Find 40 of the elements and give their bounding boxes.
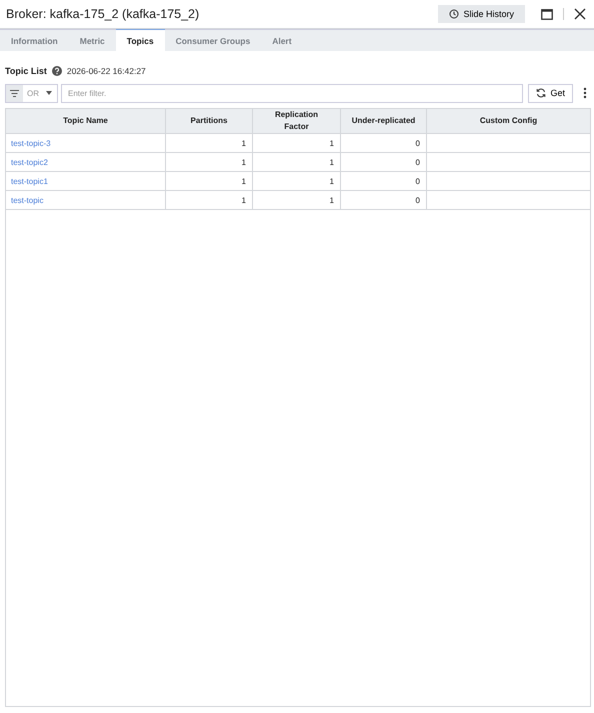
tab[interactable]: Alert (261, 30, 303, 51)
column-header: Partitions (166, 109, 253, 134)
table-cell: 1 (253, 172, 341, 191)
close-icon[interactable] (574, 8, 586, 20)
table-cell: 1 (166, 172, 253, 191)
maximize-icon[interactable] (541, 8, 553, 20)
refresh-icon (536, 88, 546, 98)
table-cell: 0 (341, 172, 427, 191)
help-icon[interactable] (52, 66, 62, 76)
tab[interactable]: Information (0, 30, 69, 51)
topic-link[interactable]: test-topic1 (11, 176, 48, 186)
section-title: Topic List (5, 66, 47, 76)
column-header: Under-replicated (341, 109, 427, 134)
table-cell: 0 (341, 153, 427, 172)
window-title: Broker: kafka-175_2 (kafka-175_2) (6, 7, 200, 21)
table-cell: 0 (341, 191, 427, 210)
caret-icon (46, 91, 52, 95)
filter-icon[interactable] (6, 84, 23, 102)
slide-history-button[interactable]: Slide History (438, 5, 525, 23)
topic-link[interactable]: test-topic (11, 196, 44, 204)
more-icon[interactable] (583, 87, 587, 99)
get-button[interactable]: Get (528, 84, 573, 102)
clock-icon (449, 9, 460, 19)
topic-link[interactable]: test-topic2 (11, 158, 48, 166)
table-cell: 1 (166, 153, 253, 172)
filter-input[interactable]: Enter filter. (61, 84, 524, 102)
tab[interactable]: Topics (116, 29, 165, 51)
column-header: Topic Name (6, 109, 166, 134)
column-header: Replication Factor (253, 109, 341, 134)
table-cell: 1 (253, 191, 341, 210)
table-cell: 1 (253, 153, 341, 172)
table-cell: 1 (166, 134, 253, 153)
table-cell: 0 (341, 134, 427, 153)
table-cell: 1 (166, 191, 253, 210)
timestamp: 2026-06-22 16:42:27 (66, 66, 146, 76)
table-cell: 1 (253, 134, 341, 153)
tab[interactable]: Metric (68, 30, 116, 51)
tab[interactable]: Consumer Groups (164, 30, 262, 51)
topic-link[interactable]: test-topic-3 (11, 138, 51, 148)
column-header: Custom Config (427, 109, 590, 134)
